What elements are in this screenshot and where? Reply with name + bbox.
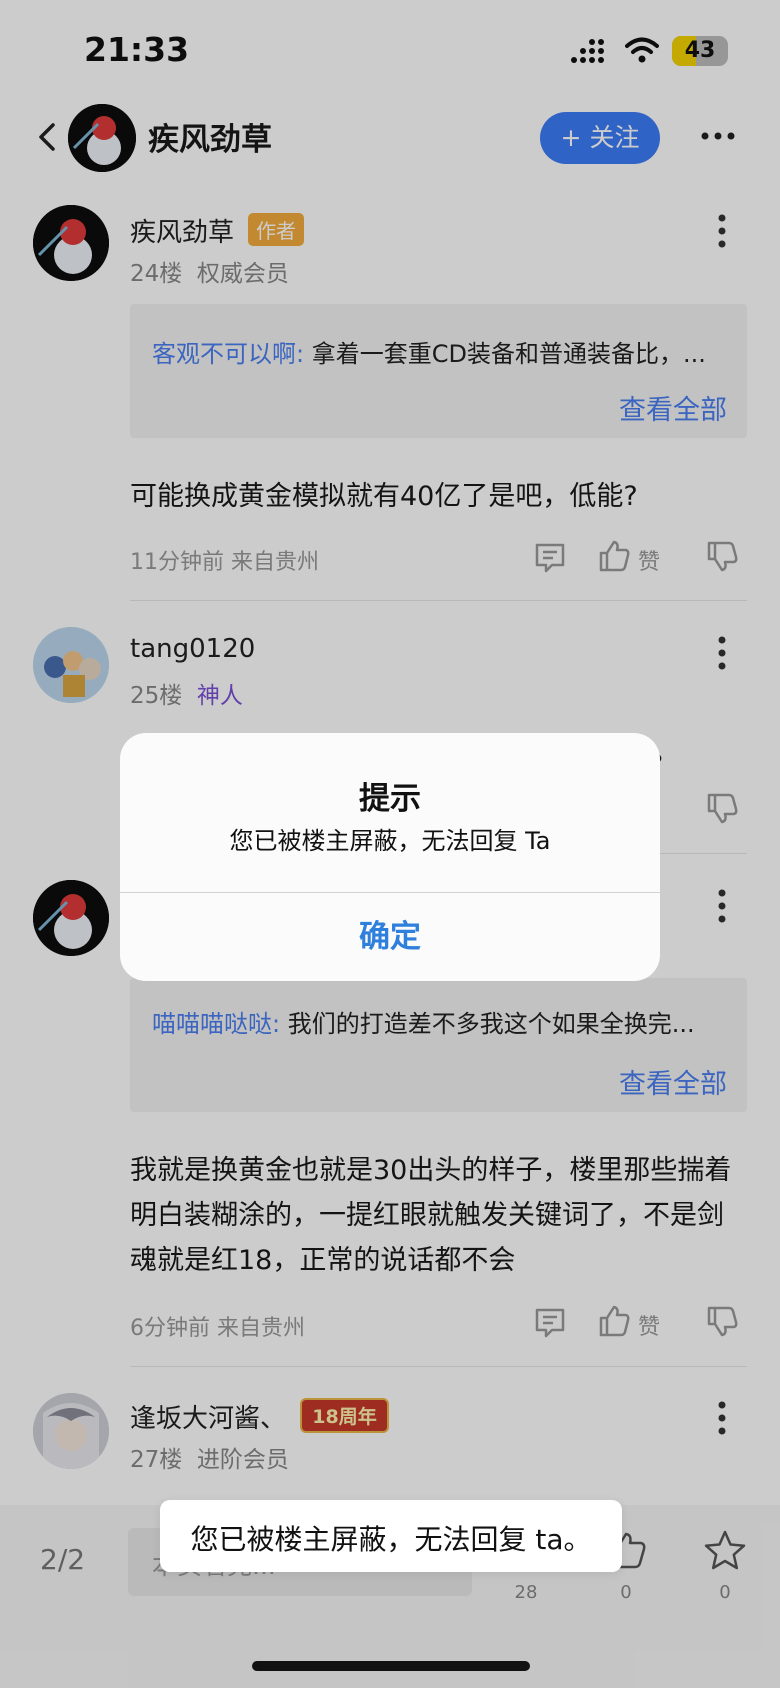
toast-message: 您已被楼主屏蔽，无法回复 ta。 [190, 1523, 592, 1556]
alert-dialog: 提示 您已被楼主屏蔽，无法回复 Ta 确定 [120, 733, 660, 981]
confirm-button[interactable]: 确定 [120, 893, 660, 981]
toast: 您已被楼主屏蔽，无法回复 ta。 [160, 1500, 622, 1572]
home-indicator[interactable] [252, 1661, 530, 1671]
dialog-title: 提示 [359, 781, 421, 817]
dialog-message: 您已被楼主屏蔽，无法回复 Ta [229, 827, 551, 855]
